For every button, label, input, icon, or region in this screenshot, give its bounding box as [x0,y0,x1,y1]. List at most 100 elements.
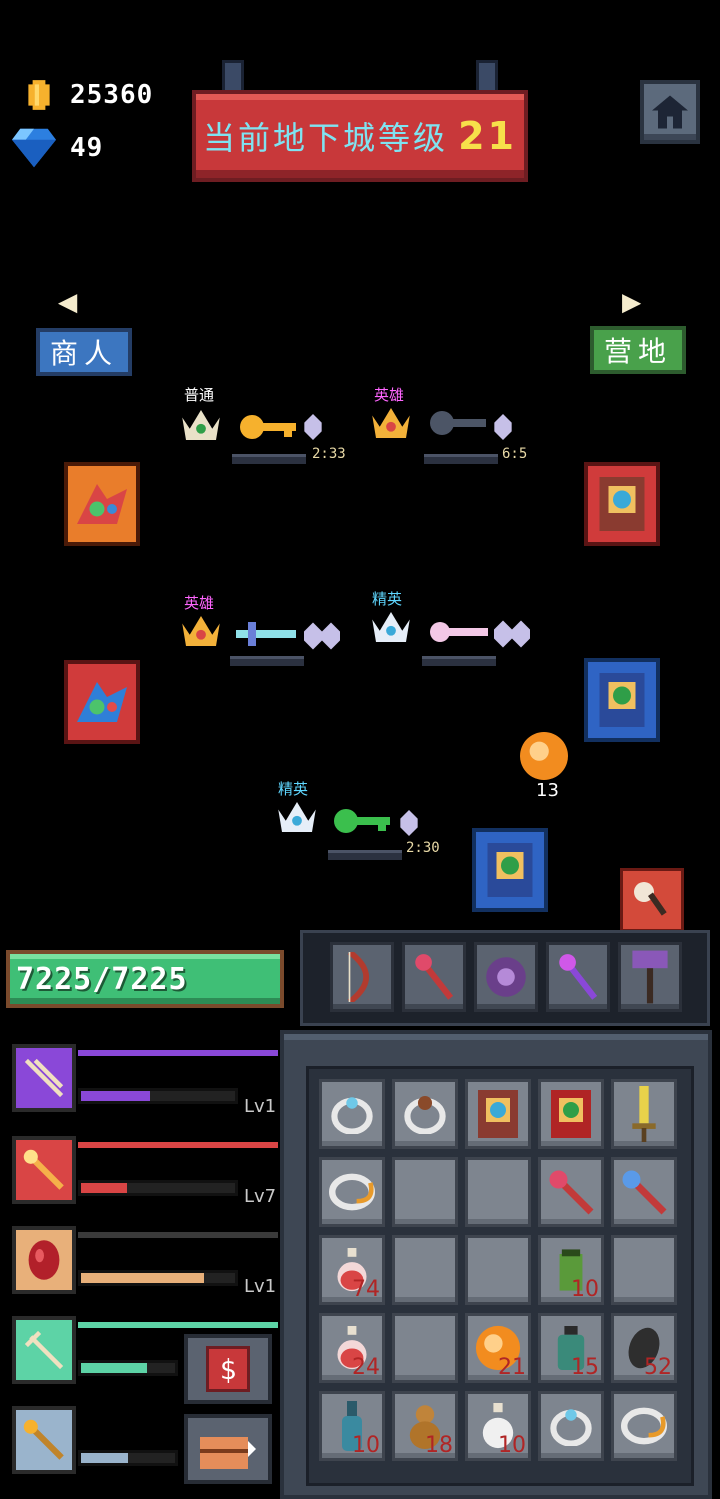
loot-chest-slot[interactable] [584,462,660,546]
inventory-slot[interactable]: 52 [611,1313,677,1383]
inventory-slot[interactable] [611,1157,677,1227]
equipment-rack [330,942,690,1018]
inventory-grid: 74 10 24 21 15 52 10 18 10 [319,1079,677,1461]
inventory-slot[interactable] [611,1079,677,1149]
inventory-slot-empty[interactable] [392,1313,458,1383]
camp-button[interactable]: 营地 [590,326,686,374]
skill-icon-slot[interactable] [12,1136,76,1204]
dungeon-level-number: 21 [458,114,517,158]
green-key-icon[interactable] [334,806,390,836]
inventory-slot-empty[interactable] [392,1235,458,1305]
inventory-slot[interactable]: 10 [538,1235,604,1305]
inventory-slot-empty[interactable] [611,1235,677,1305]
hp-bar: 7225/7225 [6,950,284,1008]
jester-hat-icon [77,682,127,722]
skull-key-slot[interactable] [620,868,684,932]
trident-icon [24,1330,64,1370]
dungeon-timer: 6:5 [502,446,528,462]
equipped-slot[interactable] [546,942,610,1012]
equipped-slot[interactable] [330,942,394,1012]
gold-key-icon[interactable] [240,412,296,442]
inventory-slot-empty[interactable] [465,1235,531,1305]
bronze-ring-icon [404,1095,446,1134]
crystal-sword-icon[interactable] [236,622,296,646]
tier-label-elite: 精英 [278,780,309,798]
item-count: 52 [644,1355,672,1380]
ice-staff-icon [622,1170,667,1215]
inventory-slot[interactable]: 15 [538,1313,604,1383]
golden-ring-icon [329,1173,375,1211]
skill-icon-slot[interactable] [12,1316,76,1384]
skill-progress-fill [81,1453,128,1463]
crown-hero-icon [182,616,220,646]
equipped-slot[interactable] [474,942,538,1012]
tier-label-normal: 普通 [184,386,215,404]
inventory-slot[interactable]: 10 [319,1391,385,1461]
dungeon-level-title: 当前地下城等级 [203,119,449,157]
inventory-slot[interactable] [319,1157,385,1227]
crown-normal-icon [182,410,220,440]
gold-amount: 25360 [70,80,154,110]
sell-button[interactable]: $ [184,1334,272,1404]
spellbook-icon [478,1090,518,1138]
storage-chest-button[interactable] [184,1414,272,1484]
crystal-pair-icon [494,620,530,648]
inventory-slot[interactable] [538,1157,604,1227]
skill-progress-fill [81,1183,128,1193]
pink-key-icon[interactable] [428,620,488,644]
merchant-button[interactable]: 商人 [36,328,132,376]
gold-coin-icon [28,80,50,110]
crown-elite-icon [278,802,316,832]
inventory-slot-empty[interactable] [392,1157,458,1227]
inventory-slot[interactable] [392,1079,458,1149]
inventory-slot[interactable] [465,1079,531,1149]
equipped-slot[interactable] [402,942,466,1012]
arrow-left-icon[interactable]: ◀ [58,282,77,320]
inventory-slot[interactable]: 24 [319,1313,385,1383]
golden-ring-icon [621,1407,667,1445]
crystal-icon [494,414,512,440]
jester-hat-icon [77,484,127,524]
purple-staff-icon [559,954,598,1000]
inventory-slot[interactable] [611,1391,677,1461]
inventory-slot[interactable]: 21 [465,1313,531,1383]
tier-label-elite: 精英 [372,590,403,608]
spellbook-icon [487,843,533,897]
inventory-slot-empty[interactable] [465,1157,531,1227]
item-count: 10 [498,1433,526,1458]
skill-icon-slot[interactable] [12,1406,76,1474]
crown-elite-icon [372,612,410,642]
inventory-slot[interactable]: 10 [465,1391,531,1461]
skill-icon-slot[interactable] [12,1226,76,1294]
fire-orb-icon[interactable] [520,732,568,780]
dungeon-timer: 2:30 [406,840,440,856]
hp-text: 7225/7225 [16,961,188,997]
skill-progress-bar [78,1270,238,1286]
skill-icon-slot[interactable] [12,1044,76,1112]
equipped-slot[interactable] [618,942,682,1012]
key-pedestal [422,656,496,666]
gold-counter: 25360 [22,78,153,112]
loot-chest-slot[interactable] [64,660,140,744]
item-count: 10 [571,1277,599,1302]
loot-chest-slot[interactable] [64,462,140,546]
inventory-slot[interactable] [538,1391,604,1461]
loot-chest-slot[interactable] [584,658,660,742]
arrow-right-icon[interactable]: ▶ [622,282,641,320]
inventory-slot[interactable]: 18 [392,1391,458,1461]
item-count: 21 [498,1355,526,1380]
item-count: 18 [425,1433,453,1458]
loot-chest-slot[interactable] [472,828,548,912]
inventory-slot[interactable] [538,1079,604,1149]
inventory-slot[interactable] [319,1079,385,1149]
red-staff-icon [549,1170,594,1215]
home-button[interactable] [640,80,700,144]
skill-accent-line [78,1322,278,1328]
diamond-icon [12,128,56,168]
inventory-panel: 74 10 24 21 15 52 10 18 10 [280,1030,712,1499]
treasure-chest-icon [200,1437,256,1469]
dark-key-icon[interactable] [430,408,486,438]
skill-progress-bar [78,1088,238,1104]
inventory-slot[interactable]: 74 [319,1235,385,1305]
skill-progress-bar [78,1360,178,1376]
